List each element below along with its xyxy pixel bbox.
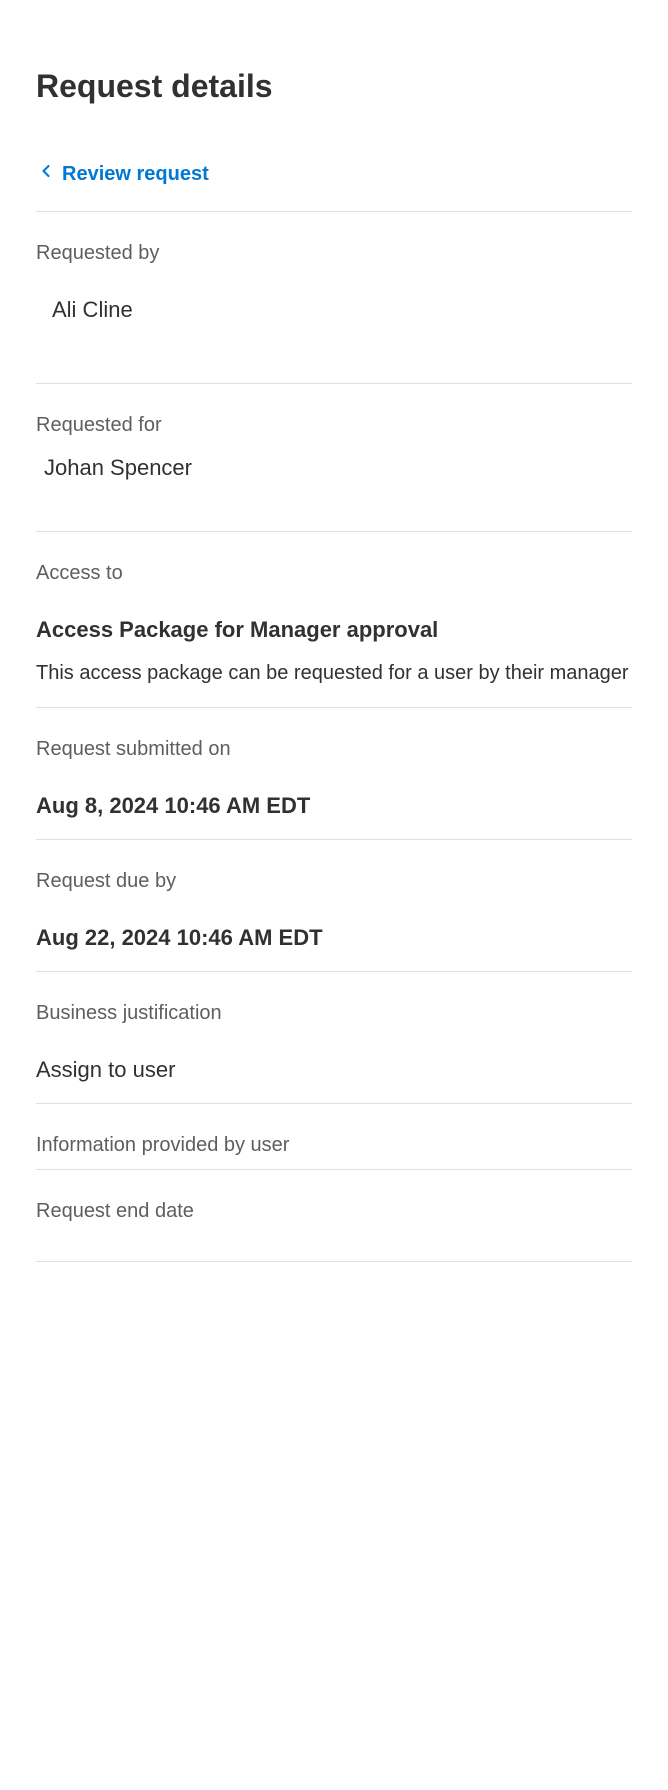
requested-by-label: Requested by (36, 242, 632, 265)
page-title: Request details (36, 68, 632, 105)
due-by-value: Aug 22, 2024 10:46 AM EDT (36, 925, 632, 951)
requested-for-label: Requested for (36, 414, 632, 437)
submitted-on-section: Request submitted on Aug 8, 2024 10:46 A… (36, 708, 632, 840)
request-details-container: Request details Review request Requested… (0, 0, 668, 1262)
end-date-section: Request end date (36, 1170, 632, 1262)
justification-section: Business justification Assign to user (36, 972, 632, 1104)
requested-for-name: Johan Spencer (36, 455, 632, 481)
requested-by-name: Ali Cline (36, 297, 632, 345)
due-by-label: Request due by (36, 870, 632, 893)
due-by-section: Request due by Aug 22, 2024 10:46 AM EDT (36, 840, 632, 972)
requested-by-section: Requested by Ali Cline (36, 212, 632, 384)
review-request-label: Review request (62, 163, 209, 186)
submitted-on-value: Aug 8, 2024 10:46 AM EDT (36, 793, 632, 819)
access-package-description: This access package can be requested for… (36, 659, 632, 687)
review-request-link[interactable]: Review request (36, 161, 632, 212)
access-to-label: Access to (36, 562, 632, 585)
justification-value: Assign to user (36, 1057, 632, 1083)
justification-label: Business justification (36, 1002, 632, 1025)
end-date-label: Request end date (36, 1200, 632, 1223)
info-by-user-label: Information provided by user (36, 1134, 632, 1157)
access-package-name: Access Package for Manager approval (36, 617, 632, 643)
requested-for-section: Requested for Johan Spencer (36, 384, 632, 532)
access-to-section: Access to Access Package for Manager app… (36, 532, 632, 708)
info-by-user-section: Information provided by user (36, 1104, 632, 1170)
submitted-on-label: Request submitted on (36, 738, 632, 761)
chevron-left-icon (36, 161, 62, 187)
